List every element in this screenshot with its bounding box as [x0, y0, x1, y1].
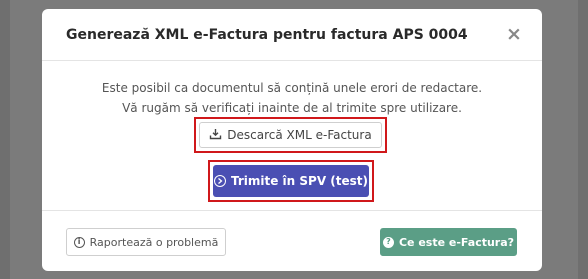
download-xml-button[interactable]: Descarcă XML e-Factura	[199, 122, 382, 148]
download-tray-icon	[209, 128, 222, 143]
warning-message-line-1: Este posibil ca documentul să conțină un…	[101, 81, 483, 95]
report-problem-label: Raportează o problemă	[89, 235, 219, 249]
circle-arrow-right-icon	[213, 175, 226, 187]
info-circle-icon: i	[73, 236, 85, 248]
question-circle-icon: ?	[382, 236, 394, 248]
generate-xml-modal: Generează XML e-Factura pentru factura A…	[42, 9, 542, 271]
what-is-efactura-label: Ce este e-Factura?	[398, 235, 515, 249]
modal-title: Generează XML e-Factura pentru factura A…	[66, 26, 468, 43]
what-is-efactura-button[interactable]: ? Ce este e-Factura?	[380, 228, 517, 256]
backdrop-edge-left	[0, 0, 10, 279]
modal-header: Generează XML e-Factura pentru factura A…	[42, 9, 542, 61]
modal-body: Este posibil ca documentul să conțină un…	[42, 61, 542, 211]
send-spv-button[interactable]: Trimite în SPV (test)	[213, 165, 369, 197]
send-spv-label: Trimite în SPV (test)	[230, 174, 369, 188]
backdrop-edge-right	[578, 0, 588, 279]
warning-message-line-2: Vă rugăm să verificați inainte de al tri…	[122, 101, 462, 115]
download-xml-label: Descarcă XML e-Factura	[227, 128, 372, 142]
close-icon[interactable]: ×	[504, 23, 524, 45]
report-problem-button[interactable]: i Raportează o problemă	[66, 228, 226, 256]
modal-footer: i Raportează o problemă ? Ce este e-Fact…	[42, 211, 542, 271]
